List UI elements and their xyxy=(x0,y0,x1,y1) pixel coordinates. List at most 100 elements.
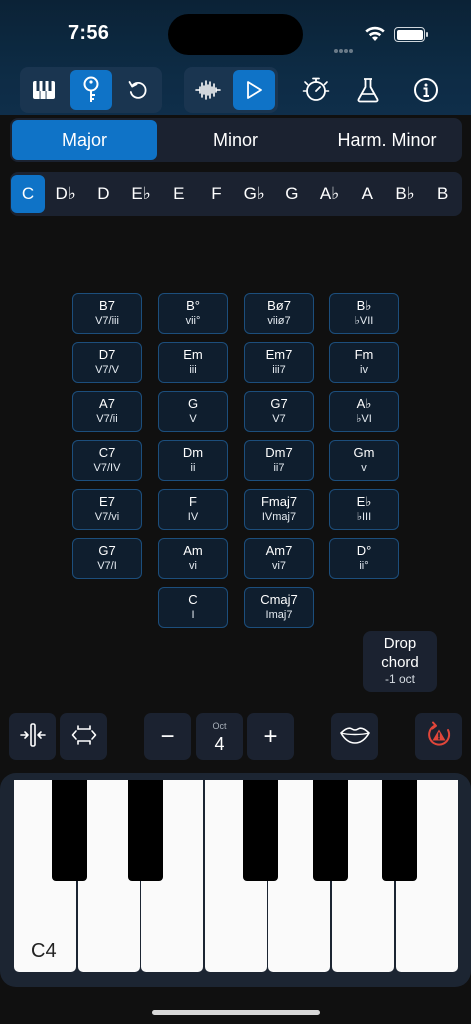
chord-roman-numeral: Imaj7 xyxy=(265,609,293,621)
chord-name: G xyxy=(187,396,199,411)
chord-roman-numeral: ♭VI xyxy=(356,413,372,425)
info-icon xyxy=(413,77,439,103)
undo-icon xyxy=(127,79,149,101)
chord-roman-numeral: V xyxy=(189,413,197,425)
chord-button[interactable]: B° vii° xyxy=(158,293,228,334)
chord-name: B♭ xyxy=(356,298,372,313)
key-option[interactable]: B xyxy=(426,175,460,213)
chord-name: C xyxy=(188,592,198,607)
black-key[interactable] xyxy=(128,780,163,881)
chord-roman-numeral: iii7 xyxy=(272,364,286,376)
chord-name: Dm xyxy=(182,445,204,460)
chord-button[interactable]: B♭ ♭VII xyxy=(329,293,399,334)
play-icon xyxy=(245,80,263,100)
chord-name: Am xyxy=(183,543,203,558)
piano-mode-button[interactable] xyxy=(23,70,65,110)
chord-button[interactable]: Fm iv xyxy=(329,342,399,383)
chord-button[interactable]: Cmaj7 Imaj7 xyxy=(244,587,314,628)
chord-button[interactable]: GV xyxy=(158,391,228,432)
panic-button[interactable] xyxy=(415,713,462,760)
chord-button[interactable]: Dm ii xyxy=(158,440,228,481)
chord-roman-numeral: vii° xyxy=(185,315,201,327)
chord-button[interactable]: Gm v xyxy=(329,440,399,481)
key-option[interactable]: D xyxy=(86,175,120,213)
chord-button[interactable]: A♭ ♭VI xyxy=(329,391,399,432)
chord-button[interactable]: Am7 vi7 xyxy=(244,538,314,579)
tab-major[interactable]: Major xyxy=(12,120,157,160)
chord-roman-numeral: v xyxy=(361,462,367,474)
chord-button[interactable]: Bø7 viiø7 xyxy=(244,293,314,334)
key-option[interactable]: A♭ xyxy=(313,175,347,213)
chord-button[interactable]: D° ii° xyxy=(329,538,399,579)
key-option[interactable]: E♭ xyxy=(124,175,158,213)
chord-name: Em7 xyxy=(265,347,293,362)
chord-roman-numeral: viiø7 xyxy=(267,315,291,327)
chord-name: G7 xyxy=(270,396,288,411)
compress-button[interactable] xyxy=(9,713,56,760)
chord-roman-numeral: V7/vi xyxy=(94,511,120,523)
piano-start-note-label: C4 xyxy=(31,940,57,962)
key-mode-button[interactable] xyxy=(70,70,112,110)
info-button[interactable] xyxy=(405,70,447,110)
tab-harmonic-minor[interactable]: Harm. Minor xyxy=(314,120,460,160)
chord-name: G7 xyxy=(98,543,116,558)
chord-name: Fmaj7 xyxy=(260,494,298,509)
chord-name: Dm7 xyxy=(265,445,293,460)
chord-name: B7 xyxy=(99,298,115,313)
key-option[interactable]: G♭ xyxy=(237,175,271,213)
key-selector: C D♭ D E♭ E F G♭ G A♭ A B♭ B xyxy=(10,172,462,216)
reset-button[interactable] xyxy=(117,70,159,110)
waveform-button[interactable] xyxy=(187,70,229,110)
black-key[interactable] xyxy=(313,780,348,881)
chord-button[interactable]: G7 V7/I xyxy=(72,538,142,579)
key-option[interactable]: C xyxy=(11,175,45,213)
chord-name: C7 xyxy=(98,445,116,460)
chord-button[interactable]: C7 V7/IV xyxy=(72,440,142,481)
chord-button[interactable]: E7 V7/vi xyxy=(72,489,142,530)
expand-button[interactable] xyxy=(60,713,107,760)
flask-icon xyxy=(356,77,380,103)
key-option[interactable]: A xyxy=(350,175,384,213)
chord-button[interactable]: E♭ ♭III xyxy=(329,489,399,530)
chord-button[interactable]: CI xyxy=(158,587,228,628)
chord-button[interactable]: D7 V7/V xyxy=(72,342,142,383)
chord-button[interactable]: Am vi xyxy=(158,538,228,579)
key-option[interactable]: G xyxy=(275,175,309,213)
octave-down-button[interactable]: − xyxy=(144,713,191,760)
black-key[interactable] xyxy=(382,780,417,881)
chord-roman-numeral: V7/iii xyxy=(95,315,119,327)
chord-name: D7 xyxy=(98,347,116,362)
chord-button[interactable]: Fmaj7 IVmaj7 xyxy=(244,489,314,530)
chord-roman-numeral: IVmaj7 xyxy=(261,511,297,523)
chord-button[interactable]: B7 V7/iii xyxy=(72,293,142,334)
chord-button[interactable]: F IV xyxy=(158,489,228,530)
key-option[interactable]: F xyxy=(200,175,234,213)
metronome-button[interactable] xyxy=(295,70,337,110)
chord-button[interactable]: G7 V7 xyxy=(244,391,314,432)
piano-icon xyxy=(32,80,56,100)
warning-reset-icon xyxy=(425,721,453,753)
chord-button[interactable]: A7 V7/ii xyxy=(72,391,142,432)
tab-minor[interactable]: Minor xyxy=(163,120,308,160)
lips-icon xyxy=(339,726,370,748)
black-key[interactable] xyxy=(243,780,278,881)
drop-chord-button[interactable]: Drop chord -1 oct xyxy=(363,631,437,692)
black-key[interactable] xyxy=(52,780,87,881)
chord-button[interactable]: Dm7 ii7 xyxy=(244,440,314,481)
play-button[interactable] xyxy=(233,70,275,110)
chord-button[interactable]: Em7 iii7 xyxy=(244,342,314,383)
lab-button[interactable] xyxy=(347,70,389,110)
chord-roman-numeral: IV xyxy=(187,511,199,523)
expand-icon xyxy=(71,722,97,752)
key-option[interactable]: B♭ xyxy=(388,175,422,213)
voice-button[interactable] xyxy=(331,713,378,760)
key-option[interactable]: D♭ xyxy=(49,175,83,213)
scale-selector: Major Minor Harm. Minor xyxy=(10,118,462,162)
chord-button[interactable]: Em iii xyxy=(158,342,228,383)
timer-icon xyxy=(302,76,330,104)
octave-up-button[interactable]: + xyxy=(247,713,294,760)
key-icon xyxy=(82,76,100,104)
drop-chord-octave: -1 oct xyxy=(384,672,415,686)
key-option[interactable]: E xyxy=(162,175,196,213)
chord-name: Em xyxy=(183,347,203,362)
